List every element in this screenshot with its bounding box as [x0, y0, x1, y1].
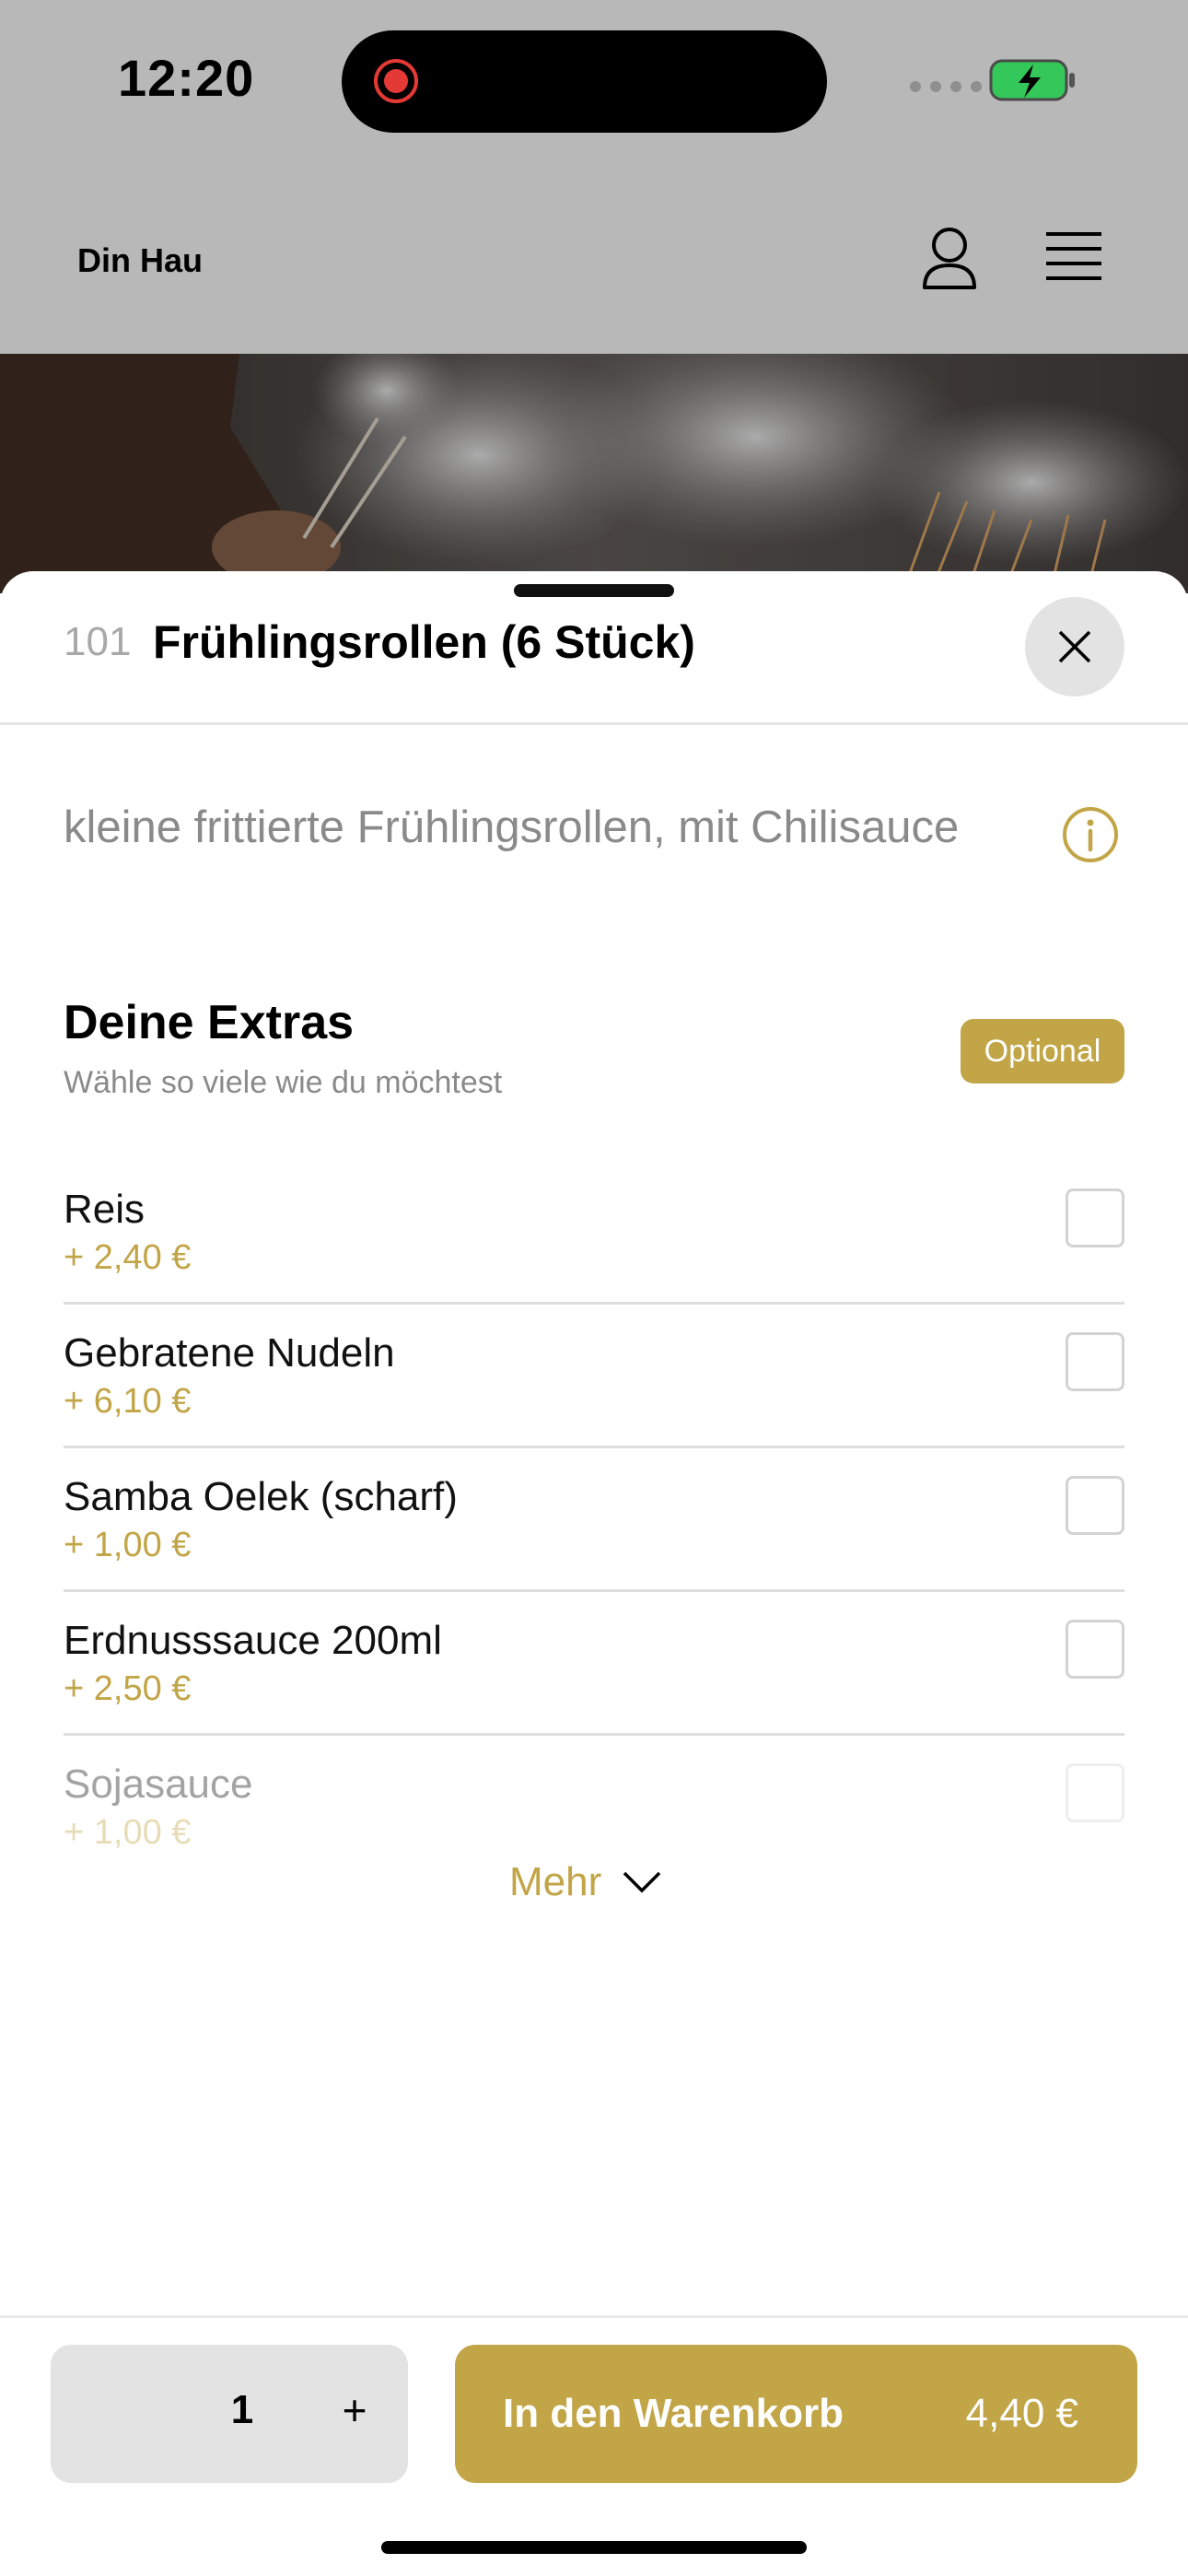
item-description: kleine frittierte Frühlingsrollen, mit C…: [64, 802, 960, 852]
extra-checkbox[interactable]: [1066, 1620, 1124, 1679]
quantity-value: 1: [230, 2387, 254, 2432]
quantity-stepper: 1 +: [51, 2345, 408, 2483]
close-button[interactable]: [1025, 597, 1124, 697]
extra-checkbox[interactable]: [1066, 1188, 1124, 1247]
extra-price: + 2,40 €: [64, 1238, 192, 1277]
user-account-icon[interactable]: [919, 225, 980, 291]
hero-image: [0, 354, 1188, 593]
sheet-grabber[interactable]: [514, 584, 674, 597]
close-icon: [1058, 630, 1091, 663]
extra-price: + 1,00 €: [64, 1526, 192, 1564]
extra-option-sojasauce[interactable]: Sojasauce + 1,00 €: [64, 1736, 1124, 1879]
extras-subtitle: Wähle so viele wie du möchtest: [64, 1065, 503, 1100]
add-to-cart-label: In den Warenkorb: [503, 2391, 844, 2436]
extra-option-samba-oelek[interactable]: Samba Oelek (scharf) + 1,00 €: [64, 1448, 1124, 1592]
recording-icon: [374, 59, 418, 103]
extra-price: + 1,00 €: [64, 1813, 192, 1852]
extra-name: Gebratene Nudeln: [64, 1330, 395, 1376]
show-more-button[interactable]: Mehr: [509, 1859, 662, 1905]
optional-badge: Optional: [961, 1019, 1124, 1083]
item-title: Frühlingsrollen (6 Stück): [153, 616, 695, 668]
extra-option-erdnusssauce[interactable]: Erdnusssauce 200ml + 2,50 €: [64, 1592, 1124, 1736]
extra-price: + 6,10 €: [64, 1382, 192, 1421]
dynamic-island: [342, 30, 827, 133]
item-number: 101: [64, 619, 132, 664]
extras-heading: Deine Extras: [64, 996, 355, 1049]
signal-icon: [910, 81, 982, 92]
extras-list: Reis + 2,40 € Gebratene Nudeln + 6,10 € …: [64, 1161, 1124, 1879]
extra-name: Reis: [64, 1187, 146, 1232]
divider: [0, 722, 1188, 725]
chevron-down-icon: [623, 1871, 661, 1893]
show-more-label: Mehr: [509, 1859, 602, 1904]
extra-checkbox[interactable]: [1066, 1332, 1124, 1391]
status-time: 12:20: [118, 49, 255, 107]
extra-price: + 2,50 €: [64, 1669, 192, 1708]
extra-option-reis[interactable]: Reis + 2,40 €: [64, 1161, 1124, 1305]
add-to-cart-button[interactable]: In den Warenkorb 4,40 €: [455, 2345, 1137, 2483]
item-detail-sheet: 101 Frühlingsrollen (6 Stück) kleine fri…: [0, 571, 1188, 2576]
battery-charging-icon: [989, 59, 1075, 101]
home-indicator: [381, 2541, 807, 2554]
extra-checkbox[interactable]: [1066, 1476, 1124, 1535]
app-header: 12:20 Din Hau: [0, 0, 1188, 354]
extra-option-gebratene-nudeln[interactable]: Gebratene Nudeln + 6,10 €: [64, 1305, 1124, 1448]
hamburger-menu-icon[interactable]: [1044, 230, 1103, 284]
extra-name: Sojasauce: [64, 1762, 253, 1807]
cart-total: 4,40 €: [965, 2391, 1078, 2436]
extra-name: Samba Oelek (scharf): [64, 1474, 458, 1519]
divider: [0, 2315, 1188, 2318]
info-icon[interactable]: [1061, 805, 1120, 864]
extra-name: Erdnusssauce 200ml: [64, 1618, 442, 1663]
increase-quantity-button[interactable]: +: [327, 2385, 382, 2435]
extra-checkbox[interactable]: [1066, 1763, 1124, 1822]
restaurant-name[interactable]: Din Hau: [77, 241, 203, 280]
